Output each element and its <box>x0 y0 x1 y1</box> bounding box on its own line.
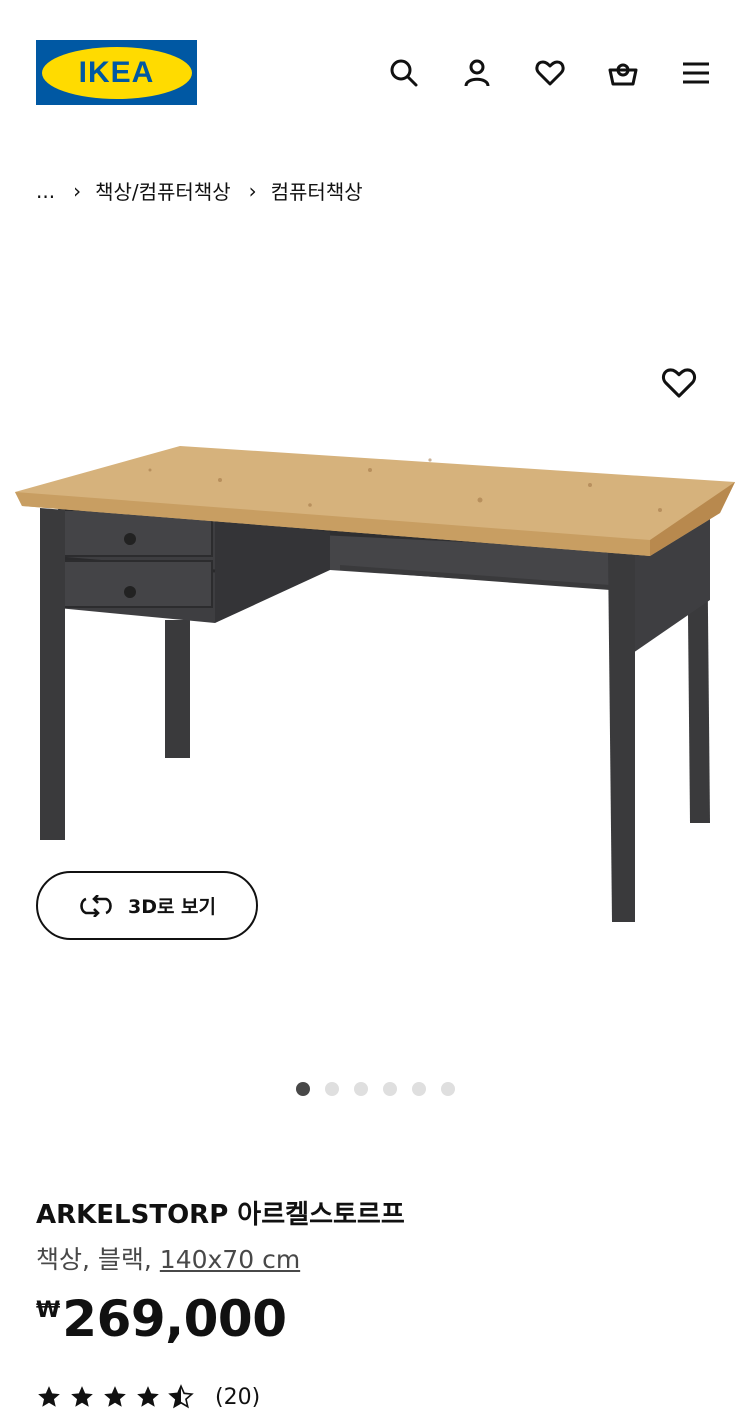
star-icon <box>104 1386 126 1407</box>
star-half-icon <box>168 1384 194 1409</box>
account-icon[interactable] <box>459 55 495 91</box>
carousel-dots <box>296 1082 455 1096</box>
carousel-dot[interactable] <box>412 1082 426 1096</box>
product-price: ₩ 269,000 <box>36 1290 287 1348</box>
review-count: (20) <box>215 1384 261 1410</box>
carousel-dot[interactable] <box>383 1082 397 1096</box>
carousel-dot[interactable] <box>296 1082 310 1096</box>
ikea-logo[interactable]: IKEA <box>36 40 197 105</box>
chevron-right-icon: › <box>73 178 82 203</box>
heart-icon[interactable] <box>532 55 568 91</box>
ikea-logo-text: IKEA <box>41 46 192 99</box>
product-image <box>15 446 735 922</box>
price-value: 269,000 <box>62 1290 287 1348</box>
search-icon[interactable] <box>386 55 422 91</box>
rating[interactable]: (20) <box>36 1384 260 1410</box>
favorite-icon[interactable] <box>660 364 698 402</box>
breadcrumb-item-computer-desks[interactable]: 컴퓨터책상 <box>271 176 363 205</box>
star-icon <box>38 1386 60 1407</box>
product-name: ARKELSTORP 아르켈스토르프 <box>36 1200 405 1230</box>
view-3d-label: 3D로 보기 <box>127 896 217 918</box>
star-icon <box>71 1386 93 1407</box>
product-description: 책상, 블랙, 140x70 cm <box>36 1240 300 1276</box>
star-icon <box>137 1386 159 1407</box>
currency-symbol: ₩ <box>36 1298 61 1323</box>
product-type: 책상, 블랙, <box>36 1245 160 1274</box>
rotate-3d-icon <box>80 894 112 917</box>
breadcrumb-item-desks[interactable]: 책상/컴퓨터책상 <box>95 176 231 205</box>
breadcrumb: ... › 책상/컴퓨터책상 › 컴퓨터책상 <box>36 176 363 205</box>
carousel-dot[interactable] <box>325 1082 339 1096</box>
basket-icon[interactable] <box>605 55 641 91</box>
carousel-dot[interactable] <box>354 1082 368 1096</box>
view-3d-button[interactable]: 3D로 보기 <box>36 871 258 940</box>
product-size-link[interactable]: 140x70 cm <box>160 1245 300 1274</box>
carousel-dot[interactable] <box>441 1082 455 1096</box>
menu-icon[interactable] <box>678 55 714 91</box>
chevron-right-icon: › <box>248 178 257 203</box>
breadcrumb-ellipsis[interactable]: ... <box>36 179 55 203</box>
